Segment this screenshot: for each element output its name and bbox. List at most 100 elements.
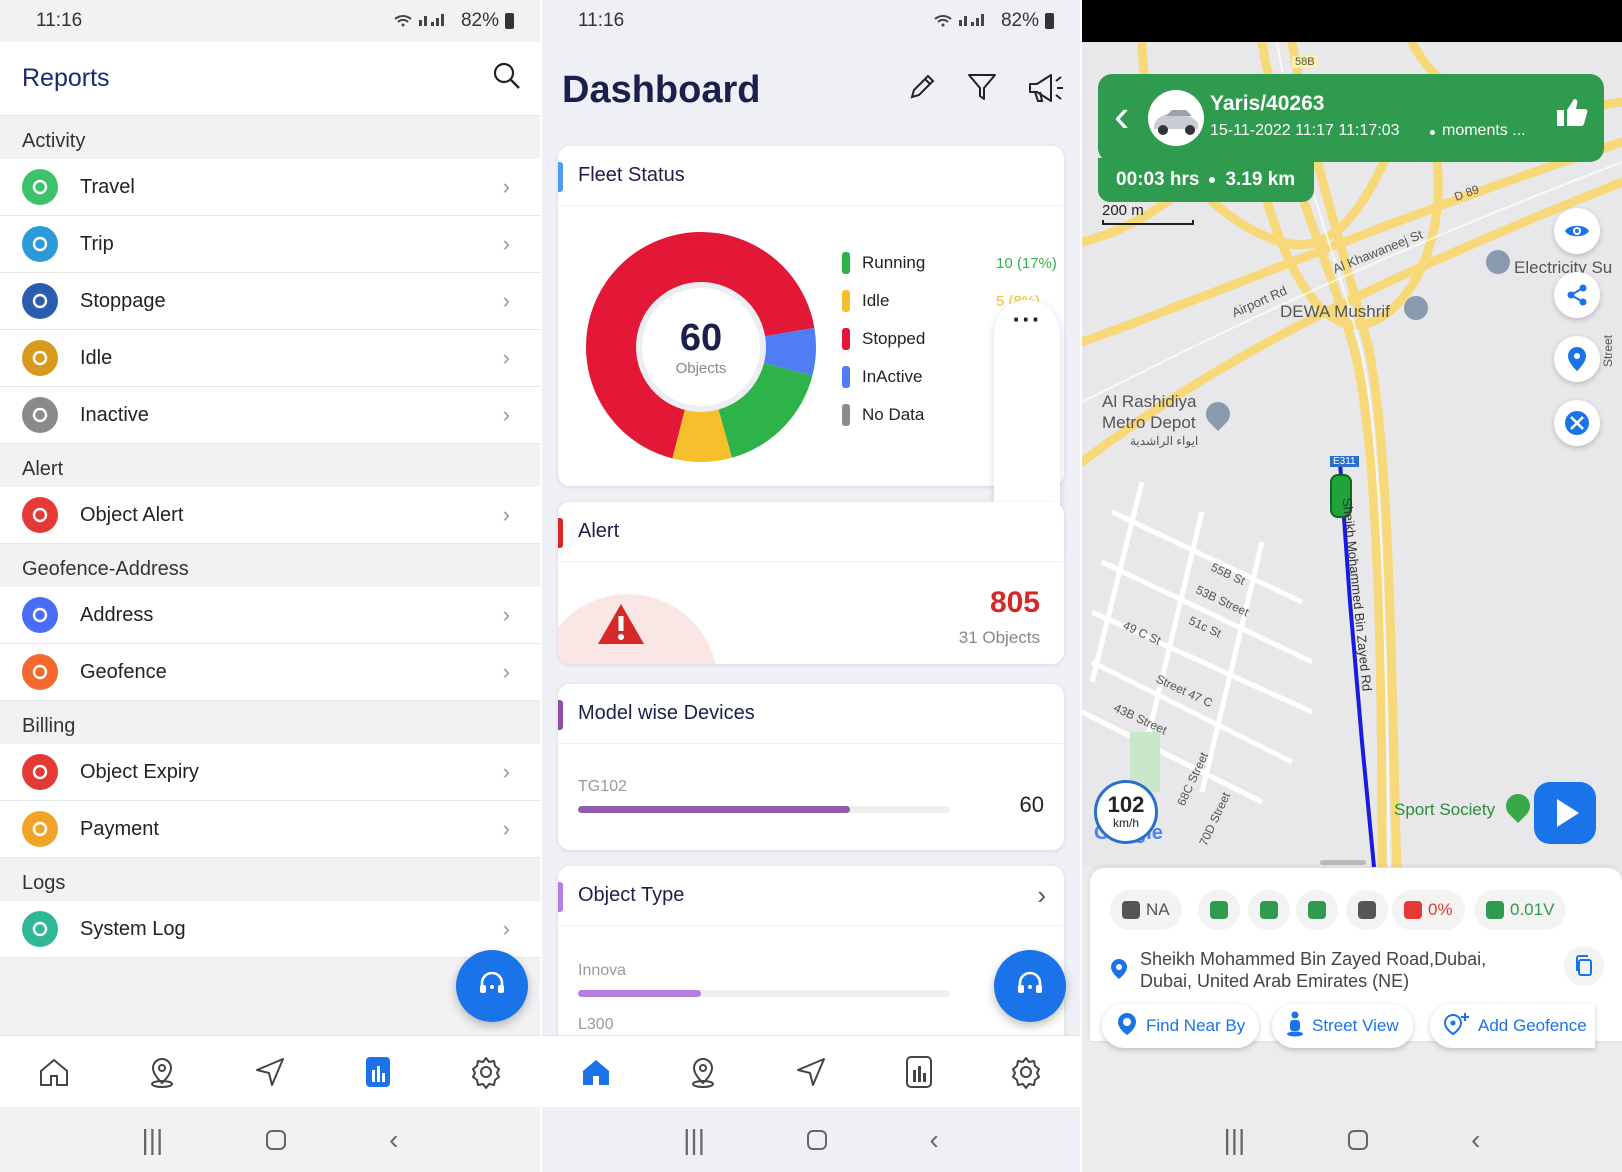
report-item-geofence[interactable]: Geofence › — [0, 644, 540, 701]
chevron-right-icon: › — [502, 602, 510, 627]
report-item-object-alert[interactable]: Object Alert › — [0, 487, 540, 544]
alert-card[interactable]: Alert 805 31 Objects — [558, 502, 1064, 664]
status-bar — [1082, 0, 1622, 42]
chevron-right-icon[interactable]: › — [1037, 880, 1046, 911]
reports-icon[interactable] — [354, 1048, 402, 1096]
recent-apps-icon[interactable]: ||| — [683, 1124, 705, 1156]
drag-handle[interactable] — [1320, 860, 1366, 865]
back-icon[interactable]: ‹ — [930, 1124, 939, 1156]
legend-item[interactable]: InActive — [842, 366, 996, 388]
legend-swatch — [842, 290, 850, 312]
sensor-chip[interactable]: 0% — [1392, 890, 1465, 930]
report-item-inactive[interactable]: Inactive › — [0, 387, 540, 444]
recent-apps-icon[interactable]: ||| — [141, 1124, 163, 1156]
back-icon[interactable]: ‹ — [389, 1124, 398, 1156]
vehicle-last-update: moments ... — [1442, 122, 1526, 139]
map-label: DEWA Mushrif — [1280, 302, 1390, 321]
find-nearby-label: Find Near By — [1146, 1016, 1246, 1035]
model-devices-card[interactable]: Model wise Devices TG102 60 — [558, 684, 1064, 850]
sensor-chip[interactable] — [1248, 890, 1290, 930]
speedometer: 102 km/h — [1094, 780, 1158, 844]
sensor-chip[interactable] — [1296, 890, 1338, 930]
location-pin-icon[interactable] — [138, 1048, 186, 1096]
trip-summary: 00:03 hrs 3.19 km — [1098, 158, 1314, 202]
report-item-idle[interactable]: Idle › — [0, 330, 540, 387]
report-item-payment[interactable]: Payment › — [0, 801, 540, 858]
legend-item[interactable]: Running 10 (17%) — [842, 252, 1057, 274]
chevron-right-icon: › — [502, 288, 510, 313]
street-view-button[interactable]: Street View — [1272, 1004, 1413, 1048]
edit-pencil-icon[interactable] — [906, 71, 938, 110]
ignition-key-icon — [1308, 901, 1326, 919]
home-button-icon[interactable] — [1348, 1129, 1369, 1150]
status-bar: 11:16 82% — [542, 0, 1080, 42]
wifi-icon — [1210, 901, 1228, 919]
report-item-label: Address — [80, 603, 154, 626]
sensor-chip[interactable] — [1198, 890, 1240, 930]
play-button[interactable] — [1534, 782, 1596, 844]
fleet-status-card[interactable]: Fleet Status 60 Objects Running 10 (17%) I… — [558, 146, 1064, 486]
eye-icon[interactable] — [1554, 208, 1600, 254]
status-time: 11:16 — [36, 10, 83, 31]
sensor-chip[interactable] — [1346, 890, 1388, 930]
card-title: Object Type — [578, 884, 685, 906]
home-icon[interactable] — [572, 1048, 620, 1096]
navigation-arrow-icon[interactable] — [246, 1048, 294, 1096]
vehicle-datetime: 15-11-2022 11:17 11:17:03 — [1210, 122, 1400, 139]
engine-icon — [1122, 901, 1140, 919]
report-item-address[interactable]: Address › — [0, 587, 540, 644]
share-icon[interactable] — [1554, 272, 1600, 318]
location-pin-icon[interactable] — [679, 1048, 727, 1096]
object-expiry-icon — [22, 754, 58, 790]
trip-card[interactable]: ‹ Yaris/40263 15-11-2022 11:17 11:17:03 … — [1098, 74, 1604, 162]
copy-icon[interactable] — [1564, 946, 1604, 986]
geofence-icon — [22, 654, 58, 690]
sensor-chip[interactable]: 0.01V — [1474, 890, 1567, 930]
legend-item[interactable]: Stopped41 — [842, 328, 1013, 350]
report-item-stoppage[interactable]: Stoppage › — [0, 273, 540, 330]
home-icon[interactable] — [30, 1048, 78, 1096]
support-fab[interactable] — [994, 950, 1066, 1022]
street-view-label: Street View — [1312, 1016, 1399, 1035]
back-chevron-icon[interactable]: ‹ — [1114, 92, 1129, 138]
report-item-trip[interactable]: Trip › — [0, 216, 540, 273]
battery-low-icon — [1404, 901, 1422, 919]
play-icon — [1557, 799, 1579, 827]
legend-label: InActive — [862, 367, 923, 386]
speed-value: 102 — [1107, 792, 1145, 817]
report-item-travel[interactable]: Travel › — [0, 159, 540, 216]
filter-icon[interactable] — [966, 71, 998, 110]
location-pin-icon[interactable] — [1554, 336, 1600, 382]
thumbs-up-icon[interactable] — [1556, 98, 1588, 133]
settings-gear-icon[interactable] — [1002, 1048, 1050, 1096]
reports-icon[interactable] — [895, 1048, 943, 1096]
object-type-card[interactable]: Object Type › Innova L300 — [558, 866, 1064, 1038]
home-button-icon[interactable] — [266, 1129, 287, 1150]
legend-label: Running — [862, 253, 926, 272]
building-pin-icon — [1486, 250, 1510, 274]
settings-gear-icon[interactable] — [462, 1048, 510, 1096]
navigation-arrow-icon[interactable] — [787, 1048, 835, 1096]
legend-item[interactable]: No Data — [842, 404, 996, 426]
dashboard-screen: 11:16 82% Dashboard Fleet Status 60 Obje… — [542, 0, 1080, 1172]
type-name: Innova — [578, 962, 627, 979]
type-progress-fill — [578, 990, 701, 997]
find-nearby-button[interactable]: Find Near By — [1102, 1004, 1260, 1048]
more-options-icon[interactable]: ··· — [994, 306, 1060, 332]
add-geofence-button[interactable]: Add Geofence — [1430, 1004, 1595, 1048]
megaphone-icon[interactable] — [1026, 71, 1066, 110]
report-item-label: Object Alert — [80, 503, 184, 526]
home-button-icon[interactable] — [807, 1129, 828, 1150]
search-icon[interactable] — [492, 61, 522, 96]
chevron-right-icon: › — [502, 502, 510, 527]
tools-icon[interactable] — [1554, 400, 1600, 446]
recent-apps-icon[interactable]: ||| — [1223, 1124, 1245, 1156]
back-icon[interactable]: ‹ — [1471, 1124, 1480, 1156]
page-title: Reports — [22, 64, 110, 92]
section-header: Billing — [22, 715, 76, 737]
report-item-object-expiry[interactable]: Object Expiry › — [0, 744, 540, 801]
report-item-system-log[interactable]: System Log › — [0, 901, 540, 958]
status-bar: 11:16 82% — [0, 0, 540, 42]
sensor-chip[interactable]: NA — [1110, 890, 1182, 930]
support-fab[interactable] — [456, 950, 528, 1022]
